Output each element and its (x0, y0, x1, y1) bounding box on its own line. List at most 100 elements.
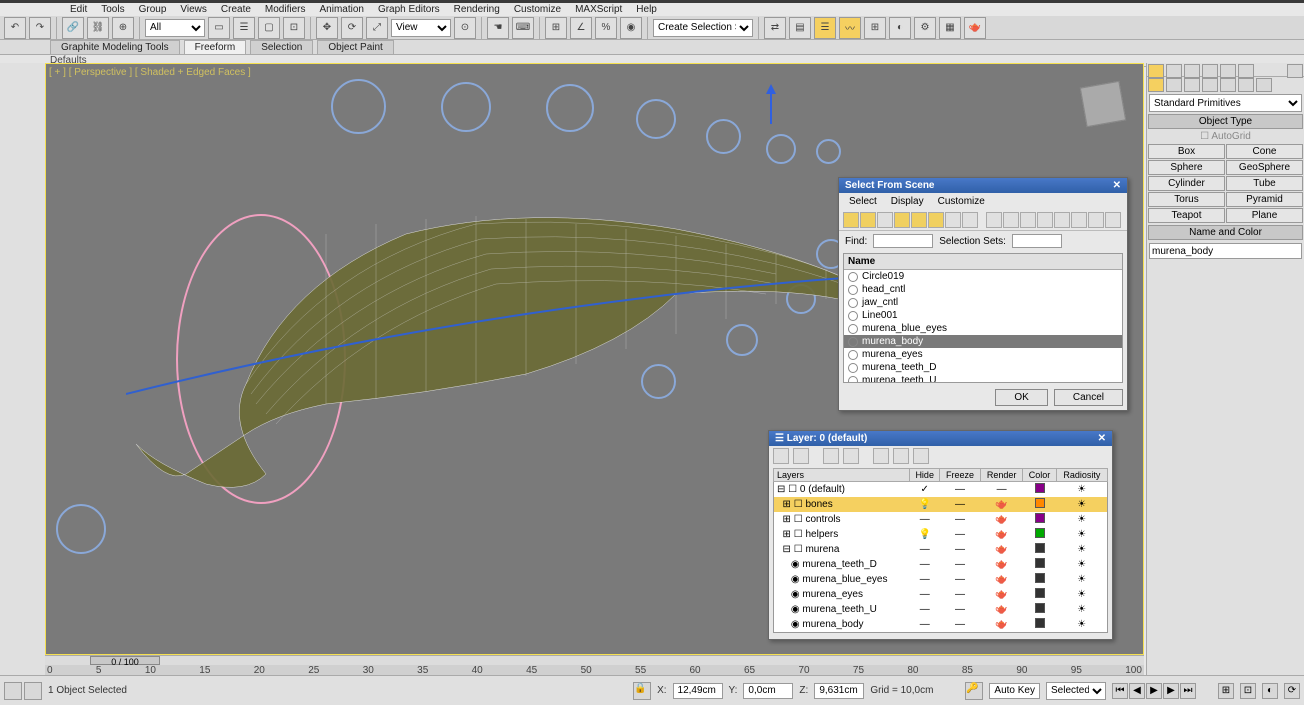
tool-icon[interactable] (1071, 212, 1087, 228)
dialog-menu-select[interactable]: Select (849, 196, 877, 207)
menu-modifiers[interactable]: Modifiers (265, 4, 306, 15)
move-button[interactable]: ✥ (316, 17, 338, 39)
col-freeze[interactable]: Freeze (940, 469, 981, 482)
percent-snap-button[interactable]: % (595, 17, 617, 39)
bind-button[interactable]: ⊕ (112, 17, 134, 39)
menu-maxscript[interactable]: MAXScript (575, 4, 622, 15)
view-cube[interactable] (1080, 81, 1126, 127)
pivot-button[interactable]: ⊙ (454, 17, 476, 39)
tool-icon[interactable] (1105, 212, 1121, 228)
render-button[interactable]: 🫖 (964, 17, 986, 39)
key-button[interactable]: 🔑 (965, 682, 983, 700)
systems-icon[interactable] (1256, 78, 1272, 92)
filter-icon[interactable] (911, 212, 927, 228)
select-region-button[interactable]: ▢ (258, 17, 280, 39)
layer-manager-button[interactable]: ☰ (814, 17, 836, 39)
delete-layer-button[interactable] (793, 448, 809, 464)
ok-button[interactable]: OK (995, 389, 1047, 406)
menu-rendering[interactable]: Rendering (454, 4, 500, 15)
layer-row[interactable]: ⊟ ☐ murena——🫖☀ (774, 542, 1108, 557)
col-radiosity[interactable]: Radiosity (1056, 469, 1107, 482)
menu-edit[interactable]: Edit (70, 4, 87, 15)
add-to-layer-button[interactable] (823, 448, 839, 464)
filter-icon[interactable] (928, 212, 944, 228)
geometry-icon[interactable] (1148, 78, 1164, 92)
curve-editor-button[interactable]: 〰 (839, 17, 861, 39)
select-layer-button[interactable] (843, 448, 859, 464)
hierarchy-tab-icon[interactable] (1184, 64, 1200, 78)
utilities-tab-icon[interactable] (1238, 64, 1254, 78)
highlight-button[interactable] (873, 448, 889, 464)
motion-tab-icon[interactable] (1202, 64, 1218, 78)
tool-icon[interactable] (1054, 212, 1070, 228)
filter-icon[interactable] (843, 212, 859, 228)
z-field[interactable]: 9,631cm (814, 683, 864, 699)
list-item[interactable]: Line001 (844, 309, 1122, 322)
tool-icon[interactable] (1020, 212, 1036, 228)
filter-icon[interactable] (894, 212, 910, 228)
menu-animation[interactable]: Animation (319, 4, 363, 15)
col-color[interactable]: Color (1023, 469, 1056, 482)
window-crossing-button[interactable]: ⊡ (283, 17, 305, 39)
redo-button[interactable]: ↷ (29, 17, 51, 39)
menu-tools[interactable]: Tools (101, 4, 124, 15)
snap-button[interactable]: ⊞ (545, 17, 567, 39)
list-item[interactable]: jaw_cntl (844, 296, 1122, 309)
goto-start-icon[interactable]: ⏮ (1112, 683, 1128, 699)
modify-tab-icon[interactable] (1166, 64, 1182, 78)
list-item[interactable]: murena_blue_eyes (844, 322, 1122, 335)
prev-frame-icon[interactable]: ◀ (1129, 683, 1145, 699)
close-icon[interactable]: ✕ (1113, 180, 1121, 191)
ribbon-tab-graphite[interactable]: Graphite Modeling Tools (50, 40, 180, 55)
layer-row[interactable]: ◉ murena_eyes——🫖☀ (774, 587, 1108, 602)
play-icon[interactable]: ▶ (1146, 683, 1162, 699)
script-listener-button[interactable] (4, 682, 22, 700)
rotate-button[interactable]: ⟳ (341, 17, 363, 39)
viewport-label[interactable]: [ + ] [ Perspective ] [ Shaded + Edged F… (49, 67, 251, 78)
nav-icon[interactable]: ◐ (1262, 683, 1278, 699)
tool-icon[interactable] (1037, 212, 1053, 228)
key-filter-dropdown[interactable]: Selected (1046, 682, 1106, 700)
goto-end-icon[interactable]: ⏭ (1180, 683, 1196, 699)
layer-row[interactable]: ⊞ ☐ controls——🫖☀ (774, 512, 1108, 527)
schematic-view-button[interactable]: ⊞ (864, 17, 886, 39)
sphere-button[interactable]: Sphere (1148, 160, 1225, 175)
ribbon-tab-freeform[interactable]: Freeform (184, 40, 247, 55)
cameras-icon[interactable] (1202, 78, 1218, 92)
filter-icon[interactable] (945, 212, 961, 228)
ref-coord-dropdown[interactable]: View (391, 19, 451, 37)
cylinder-button[interactable]: Cylinder (1148, 176, 1225, 191)
menu-views[interactable]: Views (180, 4, 207, 15)
menu-create[interactable]: Create (221, 4, 251, 15)
list-item[interactable]: murena_teeth_U (844, 374, 1122, 383)
pin-icon[interactable] (1287, 64, 1303, 78)
list-item[interactable]: murena_eyes (844, 348, 1122, 361)
filter-icon[interactable] (860, 212, 876, 228)
undo-button[interactable]: ↶ (4, 17, 26, 39)
nav-icon[interactable]: ⊡ (1240, 683, 1256, 699)
mirror-button[interactable]: ⇄ (764, 17, 786, 39)
lock-icon[interactable]: 🔒 (633, 682, 651, 700)
menu-group[interactable]: Group (139, 4, 167, 15)
rollout-name-color[interactable]: Name and Color (1148, 225, 1303, 240)
list-item[interactable]: murena_teeth_D (844, 361, 1122, 374)
eel-mesh[interactable] (126, 164, 876, 494)
filter-icon[interactable] (877, 212, 893, 228)
spacewarps-icon[interactable] (1238, 78, 1254, 92)
time-slider[interactable]: 0 / 100 (45, 656, 1144, 665)
menu-graph-editors[interactable]: Graph Editors (378, 4, 440, 15)
teapot-button[interactable]: Teapot (1148, 208, 1225, 223)
render-frame-button[interactable]: ▦ (939, 17, 961, 39)
cone-button[interactable]: Cone (1226, 144, 1303, 159)
layer-row[interactable]: ⊟ ☐ 0 (default)✓——☀ (774, 482, 1108, 498)
filter-icon[interactable] (962, 212, 978, 228)
nav-icon[interactable]: ⟳ (1284, 683, 1300, 699)
keyboard-button[interactable]: ⌨ (512, 17, 534, 39)
category-dropdown[interactable]: Standard Primitives (1149, 94, 1302, 112)
list-item[interactable]: Circle019 (844, 270, 1122, 283)
spinner-snap-button[interactable]: ◉ (620, 17, 642, 39)
material-editor-button[interactable]: ◐ (889, 17, 911, 39)
selection-filter-dropdown[interactable]: All (145, 19, 205, 37)
dialog-menu-display[interactable]: Display (891, 196, 924, 207)
create-tab-icon[interactable] (1148, 64, 1164, 78)
